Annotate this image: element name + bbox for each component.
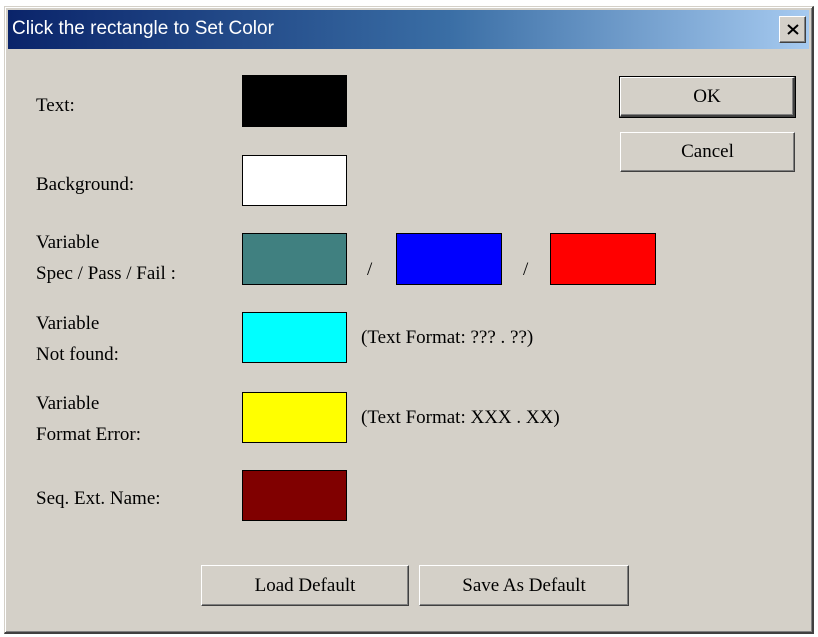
format-error-format-note: (Text Format: XXX . XX) — [361, 407, 560, 428]
variable-not-found-label-line1: Variable — [36, 313, 100, 334]
ok-button[interactable]: OK — [619, 76, 796, 118]
not-found-format-note: (Text Format: ??? . ??) — [361, 327, 534, 348]
background-color-label: Background: — [36, 174, 135, 195]
variable-not-found-label-line2: Not found: — [36, 344, 119, 365]
fail-color-swatch[interactable] — [550, 233, 656, 285]
format-error-color-swatch[interactable] — [242, 392, 347, 443]
set-color-dialog: Click the rectangle to Set Color Text: B… — [4, 6, 814, 634]
separator-slash-1: / — [367, 259, 373, 280]
text-color-label: Text: — [36, 95, 75, 116]
seq-ext-name-color-swatch[interactable] — [242, 470, 347, 521]
variable-format-error-label-line2: Format Error: — [36, 424, 142, 445]
separator-slash-2: / — [523, 259, 529, 280]
variable-spec-label-line1: Variable — [36, 232, 100, 253]
pass-color-swatch[interactable] — [396, 233, 502, 285]
title-bar[interactable]: Click the rectangle to Set Color — [8, 10, 809, 49]
save-as-default-button[interactable]: Save As Default — [419, 565, 629, 606]
variable-format-error-label-line1: Variable — [36, 393, 100, 414]
load-default-button[interactable]: Load Default — [201, 565, 409, 606]
spec-color-swatch[interactable] — [242, 233, 347, 285]
seq-ext-name-label: Seq. Ext. Name: — [36, 488, 161, 509]
window-title: Click the rectangle to Set Color — [12, 18, 274, 39]
not-found-color-swatch[interactable] — [242, 312, 347, 363]
close-button[interactable] — [779, 16, 806, 43]
background-color-swatch[interactable] — [242, 155, 347, 206]
text-color-swatch[interactable] — [242, 75, 347, 127]
close-icon — [786, 24, 799, 35]
cancel-button[interactable]: Cancel — [620, 132, 795, 172]
variable-spec-label-line2: Spec / Pass / Fail : — [36, 263, 176, 284]
